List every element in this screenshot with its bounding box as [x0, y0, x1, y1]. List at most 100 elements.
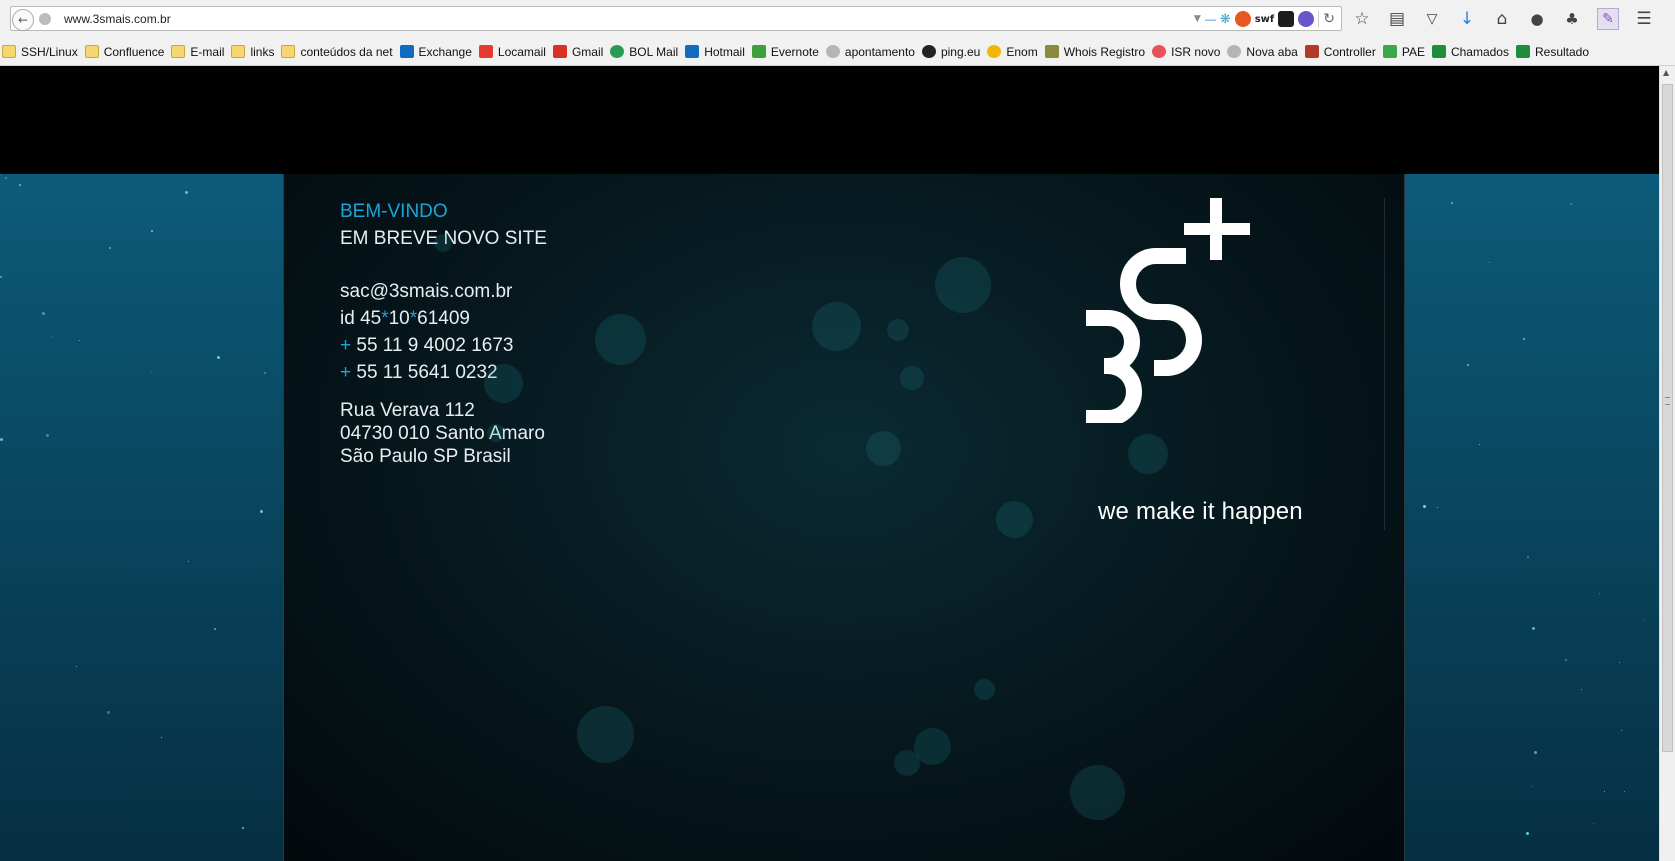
bookmark-label: Whois Registro	[1063, 44, 1146, 59]
swf-icon[interactable]: swf	[1255, 14, 1275, 25]
home-icon[interactable]: ⌂	[1492, 9, 1512, 29]
vertical-scrollbar[interactable]: ▲	[1659, 66, 1675, 861]
evernote-icon	[751, 45, 766, 58]
bookmark-label: Enom	[1006, 44, 1038, 59]
bookmark-item[interactable]: ping.eu	[921, 45, 980, 59]
bookmark-item[interactable]: Chamados	[1431, 45, 1509, 59]
company-logo	[1086, 198, 1250, 423]
download-icon[interactable]: ↓	[1457, 9, 1477, 29]
locamail-icon	[478, 45, 493, 58]
menu-icon[interactable]: ☰	[1634, 9, 1654, 29]
globe-icon	[1227, 45, 1242, 58]
toolbar-icons: ☆ ▤ ▽ ↓ ⌂ ● ♣ ✎ ☰	[1352, 8, 1654, 30]
left-background	[0, 174, 283, 861]
bookmark-item[interactable]: Exchange	[399, 45, 472, 59]
star-particle	[52, 336, 53, 337]
star-particle	[1534, 751, 1537, 754]
back-button[interactable]: ←	[12, 9, 34, 31]
star-particle	[76, 666, 77, 667]
folder-icon	[2, 45, 16, 58]
dropdown-icon[interactable]: ▼	[1194, 14, 1201, 24]
id-text: id 45*10*61409	[340, 305, 547, 332]
chat-icon[interactable]: ●	[1527, 9, 1547, 29]
zotero-icon[interactable]	[1298, 11, 1315, 27]
star-particle	[1479, 444, 1480, 445]
scrollbar-thumb[interactable]	[1662, 84, 1673, 752]
reading-list-icon[interactable]: ▤	[1387, 9, 1407, 29]
whois-icon	[1044, 45, 1059, 58]
bokeh-light	[866, 431, 901, 466]
star-particle	[0, 174, 1, 175]
address-line-3: São Paulo SP Brasil	[340, 446, 511, 467]
address-bar[interactable]: ← www.3smais.com.br ▼ ― ❋ swf ↻	[10, 6, 1342, 31]
bokeh-light	[595, 314, 646, 365]
bookmark-item[interactable]: Locamail	[478, 45, 546, 59]
enom-icon	[987, 45, 1002, 58]
folder-icon	[84, 45, 99, 58]
bookmark-item[interactable]: SSH/Linux	[2, 45, 78, 59]
bookmark-label: BOL Mail	[629, 44, 679, 59]
bookmark-item[interactable]: Evernote	[751, 45, 819, 59]
bookmark-item[interactable]: BOL Mail	[610, 45, 678, 59]
url-text[interactable]: www.3smais.com.br	[64, 12, 171, 26]
bookmark-item[interactable]: Hotmail	[685, 45, 745, 59]
bokeh-light	[1128, 434, 1168, 474]
star-particle	[1526, 832, 1529, 835]
leaf-icon[interactable]	[1278, 11, 1295, 27]
pocket-icon[interactable]: ▽	[1422, 9, 1442, 29]
extension-icon[interactable]: ♣	[1562, 9, 1582, 29]
star-particle	[1604, 791, 1605, 792]
folder-icon	[231, 45, 246, 58]
divider	[1318, 11, 1320, 27]
bookmark-item[interactable]: apontamento	[825, 44, 915, 59]
firebug-icon[interactable]	[1234, 11, 1251, 27]
bookmark-item[interactable]: conteúdos da net	[281, 45, 393, 59]
id-prefix: id 45	[340, 308, 382, 329]
reload-icon[interactable]: ↻	[1323, 11, 1335, 27]
star-particle	[1527, 556, 1529, 558]
star-particle	[1581, 689, 1582, 690]
browser-toolbar: ← www.3smais.com.br ▼ ― ❋ swf ↻ ☆ ▤ ▽ ↓ …	[0, 0, 1675, 38]
bookmark-label: Hotmail	[704, 44, 745, 59]
bookmark-star-icon[interactable]: ☆	[1352, 9, 1372, 29]
star-particle	[1489, 262, 1490, 263]
bokeh-light	[900, 366, 924, 390]
star-particle	[1599, 593, 1600, 594]
site-info-button[interactable]	[36, 10, 54, 28]
bookmark-item[interactable]: Resultado	[1515, 45, 1589, 59]
bookmark-item[interactable]: links	[231, 45, 274, 59]
underline-icon[interactable]: ―	[1205, 13, 1216, 26]
star-particle	[0, 276, 2, 278]
bookmark-item[interactable]: Whois Registro	[1044, 44, 1146, 59]
bookmark-label: links	[250, 44, 275, 59]
bookmark-label: Nova aba	[1246, 44, 1298, 59]
star-particle	[109, 247, 111, 249]
star-particle	[1644, 619, 1645, 620]
bookmark-label: apontamento	[844, 44, 915, 59]
scroll-up-arrow-icon[interactable]: ▲	[1663, 68, 1669, 77]
bookmark-label: Controller	[1323, 44, 1376, 59]
bookmark-item[interactable]: PAE	[1382, 45, 1425, 59]
scrollbar-grip	[1665, 397, 1670, 405]
bookmark-item[interactable]: Nova aba	[1227, 44, 1298, 59]
bookmark-item[interactable]: Enom	[987, 44, 1038, 59]
bookmark-item[interactable]: Controller	[1304, 44, 1376, 59]
isr-icon	[1152, 45, 1167, 58]
id-mid: 10	[388, 308, 410, 329]
url-bar-extensions: ▼ ― ❋ swf ↻	[1194, 10, 1335, 28]
star-particle	[1467, 364, 1469, 366]
sheet-icon	[1515, 45, 1530, 58]
star-particle	[188, 561, 189, 562]
address-line-1: Rua Verava 112	[340, 400, 475, 421]
react-icon[interactable]: ❋	[1220, 12, 1231, 27]
star-particle	[1621, 730, 1622, 731]
bookmark-item[interactable]: Gmail	[552, 45, 603, 59]
bokeh-light	[484, 364, 523, 403]
globe-icon	[39, 13, 51, 25]
star-particle	[1532, 627, 1535, 630]
bookmark-item[interactable]: E-mail	[171, 45, 224, 59]
pen-icon[interactable]: ✎	[1597, 8, 1619, 30]
bookmark-item[interactable]: Confluence	[84, 45, 164, 59]
bookmark-item[interactable]: ISR novo	[1152, 45, 1220, 59]
